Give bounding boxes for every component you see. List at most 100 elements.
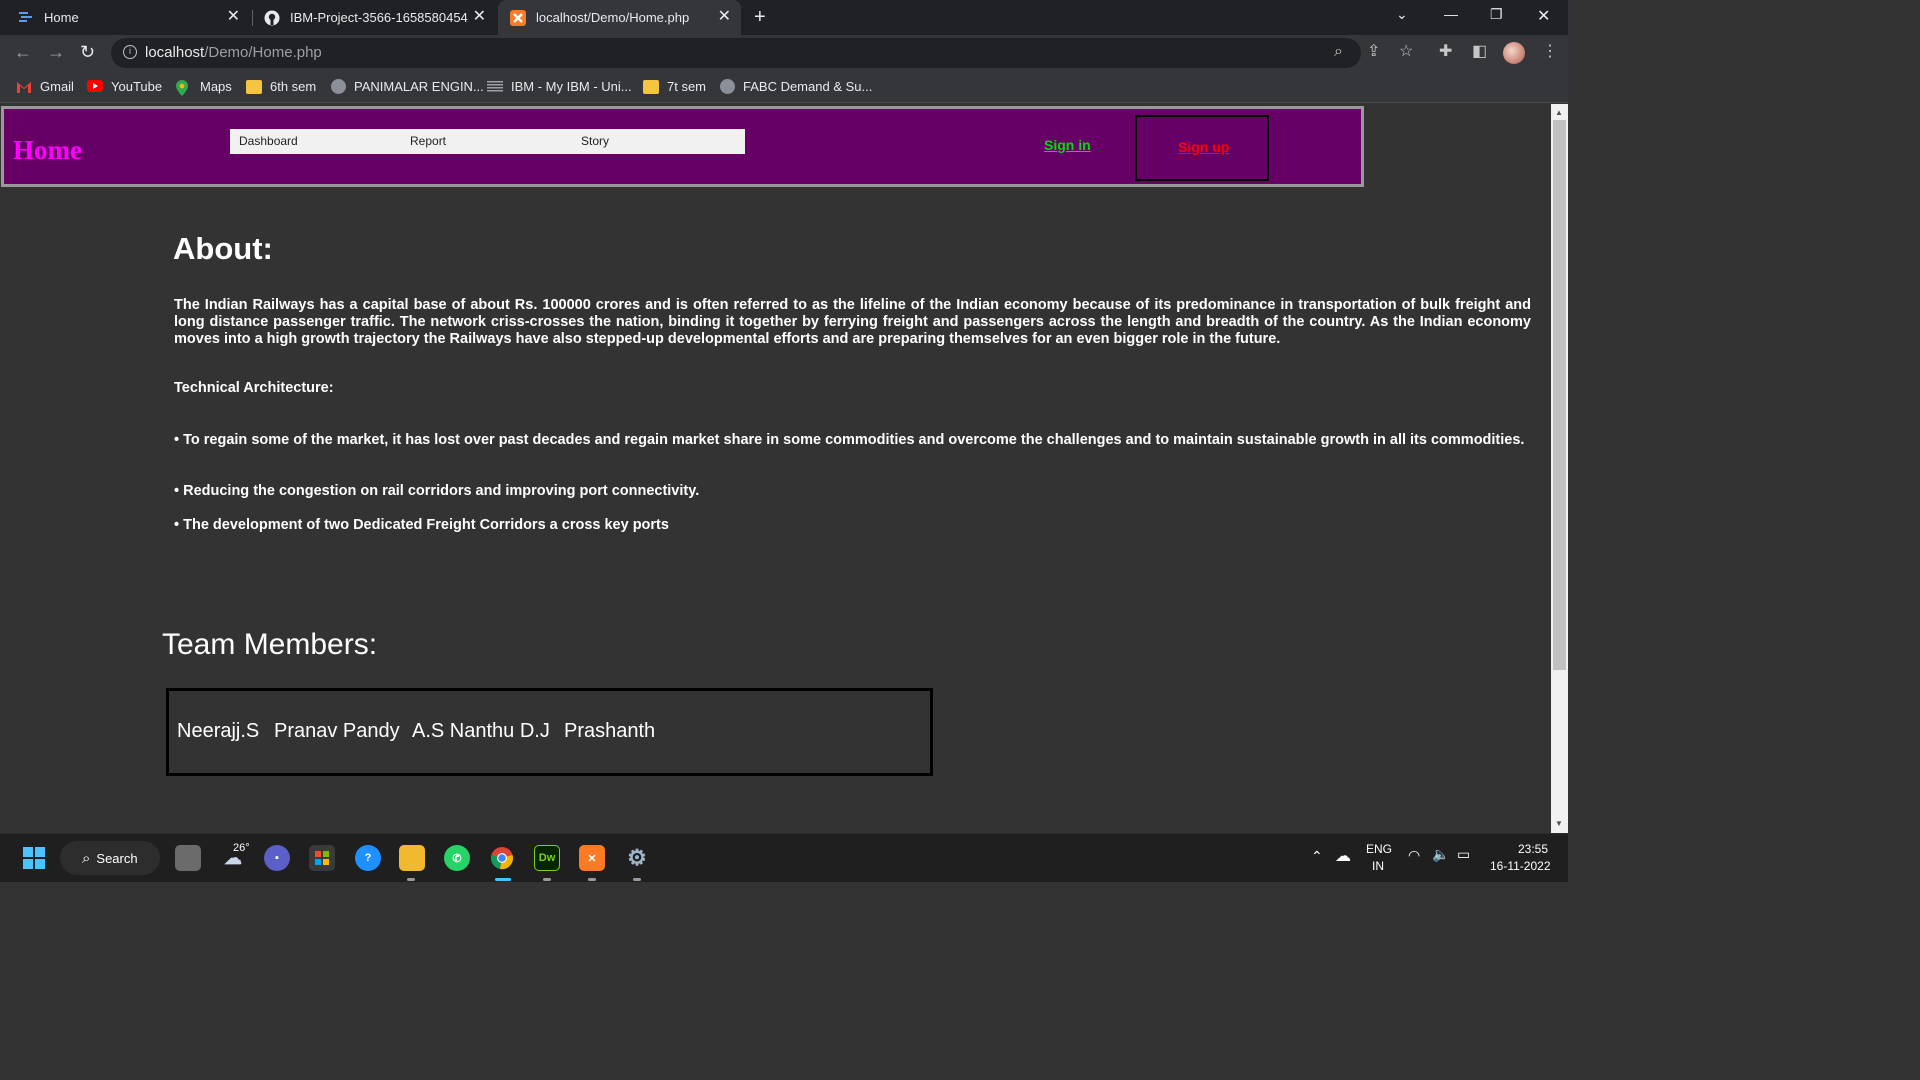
- tab-favicon-icon: [18, 10, 34, 26]
- tab-localhost[interactable]: localhost/Demo/Home.php ✕: [498, 0, 741, 35]
- sign-up-link[interactable]: Sign up: [1178, 139, 1229, 155]
- share-icon[interactable]: ⇪: [1367, 43, 1380, 61]
- chrome-icon[interactable]: [489, 845, 515, 871]
- back-icon[interactable]: ←: [14, 43, 32, 61]
- globe-icon: [331, 79, 346, 94]
- bookmark-label: PANIMALAR ENGIN...: [354, 79, 484, 94]
- scroll-down-arrow-icon[interactable]: ▼: [1555, 819, 1563, 828]
- architecture-bullet: • Reducing the congestion on rail corrid…: [174, 483, 700, 499]
- nav-story-link[interactable]: Story: [581, 134, 609, 148]
- bookmark-label: YouTube: [111, 79, 163, 94]
- tab-github[interactable]: IBM-Project-3566-1658580454/P ✕: [254, 0, 496, 35]
- file-explorer-icon[interactable]: [399, 845, 425, 871]
- task-view-icon[interactable]: [175, 845, 201, 871]
- url-path: /Demo/Home.php: [204, 44, 322, 61]
- volume-icon[interactable]: 🔈: [1432, 846, 1449, 863]
- folder-icon: [643, 79, 659, 94]
- bookmark-youtube[interactable]: YouTube: [87, 79, 162, 94]
- side-panel-icon[interactable]: ◧: [1472, 43, 1487, 61]
- maps-pin-icon: [176, 79, 192, 96]
- technical-architecture-heading: Technical Architecture:: [174, 380, 334, 396]
- teams-chat-icon[interactable]: ▪: [264, 845, 290, 871]
- wifi-icon[interactable]: ◠: [1408, 847, 1420, 864]
- url-text[interactable]: localhost/Demo/Home.php: [145, 44, 322, 61]
- tab-search-chevron-icon[interactable]: ⌄: [1396, 6, 1408, 23]
- restore-icon[interactable]: ❐: [1490, 6, 1503, 23]
- close-tab-icon[interactable]: ✕: [718, 9, 731, 25]
- bookmark-label: Gmail: [40, 79, 74, 94]
- github-icon: [264, 10, 280, 26]
- bookmark-7t-sem[interactable]: 7t sem: [643, 79, 706, 94]
- close-window-icon[interactable]: ✕: [1537, 6, 1550, 26]
- address-bar[interactable]: i localhost/Demo/Home.php: [111, 38, 1361, 68]
- folder-icon: [246, 79, 262, 94]
- bookmark-label: FABC Demand & Su...: [743, 79, 873, 94]
- bookmark-panimalar[interactable]: PANIMALAR ENGIN...: [331, 79, 484, 94]
- close-tab-icon[interactable]: ✕: [227, 9, 240, 25]
- page-scrollbar[interactable]: ▲ ▼: [1551, 104, 1568, 833]
- bookmark-6th-sem[interactable]: 6th sem: [246, 79, 316, 94]
- page-viewport: Home Dashboard Report Story Sign in Sign…: [0, 104, 1551, 833]
- taskbar-search[interactable]: ⌕ Search: [60, 841, 160, 875]
- bookmark-star-icon[interactable]: ☆: [1399, 43, 1413, 61]
- browser-tab-bar: Home ✕ IBM-Project-3566-1658580454/P ✕ l…: [0, 0, 1568, 35]
- running-indicator: [543, 878, 551, 881]
- bookmark-maps[interactable]: Maps: [176, 79, 232, 96]
- windows-start-icon[interactable]: [21, 845, 47, 871]
- settings-gear-icon[interactable]: ⚙: [624, 845, 650, 871]
- tab-title: localhost/Demo/Home.php: [536, 10, 690, 25]
- xampp-icon: [510, 9, 526, 26]
- architecture-bullet: • To regain some of the market, it has l…: [174, 432, 1525, 448]
- clock-time[interactable]: 23:55: [1518, 842, 1548, 856]
- nav-menu: Dashboard Report Story: [230, 129, 745, 154]
- site-logo[interactable]: Home: [13, 135, 82, 166]
- active-indicator: [495, 878, 511, 881]
- tab-title: IBM-Project-3566-1658580454/P: [290, 10, 468, 25]
- search-icon: ⌕: [82, 849, 91, 867]
- site-info-icon[interactable]: i: [123, 45, 137, 59]
- team-heading: Team Members:: [162, 628, 378, 661]
- reload-icon[interactable]: ↻: [80, 43, 95, 61]
- sign-up-box: Sign up: [1135, 115, 1269, 181]
- tray-overflow-chevron-icon[interactable]: ⌃: [1311, 848, 1323, 865]
- xampp-taskbar-icon[interactable]: ✕: [579, 845, 605, 871]
- onedrive-cloud-icon[interactable]: ☁: [1335, 846, 1351, 866]
- tab-home[interactable]: Home ✕: [0, 0, 250, 35]
- sign-in-link[interactable]: Sign in: [1044, 137, 1091, 153]
- language-region[interactable]: IN: [1372, 859, 1384, 873]
- whatsapp-icon[interactable]: ✆: [444, 845, 470, 871]
- bookmark-label: Maps: [200, 79, 232, 94]
- get-help-icon[interactable]: ?: [355, 845, 381, 871]
- extensions-icon[interactable]: ✚: [1439, 43, 1452, 61]
- bookmark-fabc[interactable]: FABC Demand & Su...: [720, 79, 872, 94]
- new-tab-icon[interactable]: +: [754, 6, 766, 29]
- forward-icon[interactable]: →: [47, 43, 65, 61]
- bookmark-gmail[interactable]: Gmail: [16, 79, 74, 94]
- dreamweaver-icon[interactable]: Dw: [534, 845, 560, 871]
- weather-temperature: 26°: [233, 842, 250, 854]
- ibm-icon: [487, 80, 503, 94]
- battery-icon[interactable]: ▭: [1457, 846, 1470, 863]
- running-indicator: [407, 878, 415, 881]
- architecture-bullet: • The development of two Dedicated Freig…: [174, 517, 669, 533]
- minimize-icon[interactable]: —: [1444, 6, 1458, 22]
- scrollbar-thumb[interactable]: [1553, 120, 1566, 670]
- running-indicator: [633, 878, 641, 881]
- site-header: Home Dashboard Report Story Sign in Sign…: [1, 106, 1364, 187]
- bookmark-ibm[interactable]: IBM - My IBM - Uni...: [487, 79, 632, 94]
- nav-dashboard-link[interactable]: Dashboard: [239, 134, 298, 148]
- close-tab-icon[interactable]: ✕: [473, 9, 486, 25]
- nav-report-link[interactable]: Report: [410, 134, 446, 148]
- language-code[interactable]: ENG: [1366, 842, 1392, 856]
- menu-kebab-icon[interactable]: ⋮: [1542, 43, 1558, 61]
- team-member: Neerajj.S: [177, 720, 260, 742]
- profile-avatar[interactable]: [1503, 42, 1525, 64]
- bookmark-label: IBM - My IBM - Uni...: [511, 79, 632, 94]
- microsoft-store-icon[interactable]: [309, 845, 335, 871]
- clock-date[interactable]: 16-11-2022: [1490, 859, 1551, 873]
- zoom-icon[interactable]: ⌕: [1334, 43, 1343, 61]
- about-heading: About:: [173, 231, 273, 266]
- url-host: localhost: [145, 44, 205, 61]
- scroll-up-arrow-icon[interactable]: ▲: [1555, 108, 1563, 117]
- tab-divider: [252, 10, 253, 26]
